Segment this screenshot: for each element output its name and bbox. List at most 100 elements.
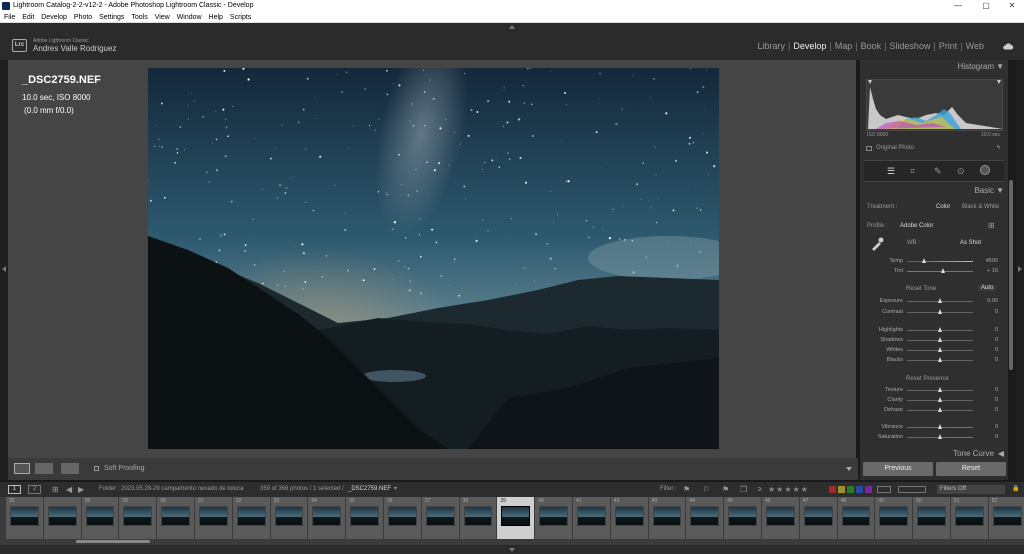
- slider-texture[interactable]: Texture 0: [860, 385, 1004, 395]
- soft-proofing-checkbox[interactable]: [94, 466, 99, 471]
- menu-tools[interactable]: Tools: [131, 12, 147, 23]
- green-label-filter[interactable]: [847, 486, 854, 493]
- menu-develop[interactable]: Develop: [41, 12, 67, 23]
- filmstrip-thumbnail[interactable]: 52: [988, 497, 1024, 539]
- slider-value[interactable]: 0: [976, 432, 998, 442]
- menu-settings[interactable]: Settings: [99, 12, 124, 23]
- filmstrip-thumbnail[interactable]: 30: [157, 497, 194, 539]
- slider-knob[interactable]: [921, 258, 926, 263]
- slider-track[interactable]: [907, 261, 973, 262]
- module-slideshow[interactable]: Slideshow: [889, 41, 930, 51]
- menu-edit[interactable]: Edit: [22, 12, 34, 23]
- filmstrip-lock-icon[interactable]: 🔒: [1012, 482, 1019, 497]
- filmstrip-thumbnail[interactable]: 42: [610, 497, 648, 539]
- module-library[interactable]: Library: [757, 41, 785, 51]
- filmstrip-thumbnail[interactable]: 29: [119, 497, 157, 539]
- slider-knob[interactable]: [937, 357, 942, 362]
- slider-knob[interactable]: [937, 434, 942, 439]
- slider-value[interactable]: 0: [976, 405, 998, 415]
- filmstrip-thumbnail[interactable]: 45: [724, 497, 761, 539]
- filmstrip-thumbnail[interactable]: 40: [535, 497, 572, 539]
- menu-file[interactable]: File: [4, 12, 15, 23]
- filmstrip-thumbnail[interactable]: 38: [459, 497, 497, 539]
- filmstrip-thumbnail[interactable]: 44: [686, 497, 724, 539]
- slider-knob[interactable]: [937, 347, 942, 352]
- slider-clarity[interactable]: Clarity 0: [860, 395, 1004, 405]
- slider-temp[interactable]: Temp 4500: [860, 256, 1004, 266]
- forward-arrow-icon[interactable]: ▶: [78, 482, 84, 497]
- minimize-button[interactable]: —: [944, 0, 972, 12]
- basic-collapse-icon[interactable]: ▼: [996, 184, 1004, 198]
- slider-contrast[interactable]: Contrast 0: [860, 307, 1004, 317]
- flag-pick-icon[interactable]: ⚑: [683, 482, 690, 497]
- right-panel-scrollbar[interactable]: [1009, 180, 1013, 370]
- healing-icon[interactable]: ✎: [934, 166, 942, 177]
- cloud-sync-icon[interactable]: [1002, 42, 1014, 50]
- slider-blacks[interactable]: Blacks 0: [860, 355, 1004, 365]
- slider-knob[interactable]: [937, 407, 942, 412]
- selected-filename[interactable]: _DSC2759.NEF: [348, 482, 391, 497]
- previous-button[interactable]: Previous: [863, 462, 933, 476]
- filmstrip-thumbnail[interactable]: 50: [913, 497, 950, 539]
- flag-unflagged-icon[interactable]: ⚐: [703, 482, 710, 497]
- slider-knob[interactable]: [937, 424, 942, 429]
- close-button[interactable]: ✕: [998, 0, 1024, 12]
- purple-label-filter[interactable]: [865, 486, 872, 493]
- red-label-filter[interactable]: [829, 486, 836, 493]
- photo-preview[interactable]: [148, 68, 719, 449]
- wb-dropdown[interactable]: As Shot: [960, 240, 981, 246]
- filmstrip-thumbnail[interactable]: 35: [346, 497, 383, 539]
- slider-knob[interactable]: [937, 337, 942, 342]
- basic-header[interactable]: Basic ▼: [860, 184, 1008, 198]
- slider-vibrance[interactable]: Vibrance 0: [860, 422, 1004, 432]
- filmstrip-thumbnail[interactable]: 31: [195, 497, 232, 539]
- slider-value[interactable]: 0: [976, 395, 998, 405]
- back-arrow-icon[interactable]: ◀: [66, 482, 72, 497]
- tone-curve-expand-icon[interactable]: ◀: [998, 447, 1004, 461]
- bottom-panel-toggle-strip[interactable]: [0, 545, 1024, 554]
- module-develop[interactable]: Develop: [793, 41, 826, 51]
- blue-label-filter[interactable]: [856, 486, 863, 493]
- module-map[interactable]: Map: [835, 41, 853, 51]
- slider-whites[interactable]: Whites 0: [860, 345, 1004, 355]
- reset-button[interactable]: Reset: [936, 462, 1006, 476]
- maximize-button[interactable]: ▢: [972, 0, 1000, 12]
- slider-value[interactable]: + 16: [976, 266, 998, 276]
- slider-tint[interactable]: Tint + 16: [860, 266, 1004, 276]
- slider-value[interactable]: 0: [976, 345, 998, 355]
- treatment-bw-option[interactable]: Black & White: [962, 204, 999, 210]
- slider-knob[interactable]: [937, 309, 942, 314]
- slider-value[interactable]: 0: [976, 307, 998, 317]
- before-after-mode-button[interactable]: [61, 463, 79, 474]
- filename-dropdown-icon[interactable]: ▾: [394, 482, 397, 497]
- module-print[interactable]: Print: [939, 41, 958, 51]
- slider-shadows[interactable]: Shadows 0: [860, 335, 1004, 345]
- collapse-right-arrow-icon[interactable]: [1018, 266, 1022, 272]
- filmstrip-thumbnail[interactable]: 43: [648, 497, 686, 539]
- grid-view-icon[interactable]: ⊞: [52, 482, 59, 497]
- filmstrip-thumbnail[interactable]: 41: [573, 497, 610, 539]
- red-eye-icon[interactable]: ⊙: [957, 166, 965, 177]
- auto-tone-button[interactable]: Auto: [978, 285, 997, 291]
- slider-exposure[interactable]: Exposure 0.00: [860, 296, 1004, 306]
- copy-icon[interactable]: ❐: [740, 482, 747, 497]
- filmstrip-thumbnail[interactable]: [43, 497, 81, 539]
- module-book[interactable]: Book: [861, 41, 882, 51]
- slider-knob[interactable]: [940, 268, 945, 273]
- kind-filter[interactable]: [877, 486, 891, 493]
- collapse-bottom-arrow-icon[interactable]: [509, 548, 515, 552]
- slider-value[interactable]: 0: [976, 335, 998, 345]
- filmstrip-thumbnail[interactable]: 47: [799, 497, 837, 539]
- treatment-color-option[interactable]: Color: [936, 204, 950, 210]
- menu-help[interactable]: Help: [209, 12, 223, 23]
- rating-comparator[interactable]: ≥: [758, 482, 762, 497]
- filmstrip-thumbnail[interactable]: 51: [951, 497, 988, 539]
- reset-tone-label[interactable]: Reset Tone: [906, 286, 936, 292]
- edit-sliders-icon[interactable]: ☰: [887, 166, 895, 177]
- menu-window[interactable]: Window: [177, 12, 202, 23]
- menu-scripts[interactable]: Scripts: [230, 12, 251, 23]
- filmstrip-thumbnail[interactable]: 49: [875, 497, 913, 539]
- lightning-icon[interactable]: ϟ: [997, 145, 1000, 151]
- slider-knob[interactable]: [937, 397, 942, 402]
- slider-value[interactable]: 0: [976, 355, 998, 365]
